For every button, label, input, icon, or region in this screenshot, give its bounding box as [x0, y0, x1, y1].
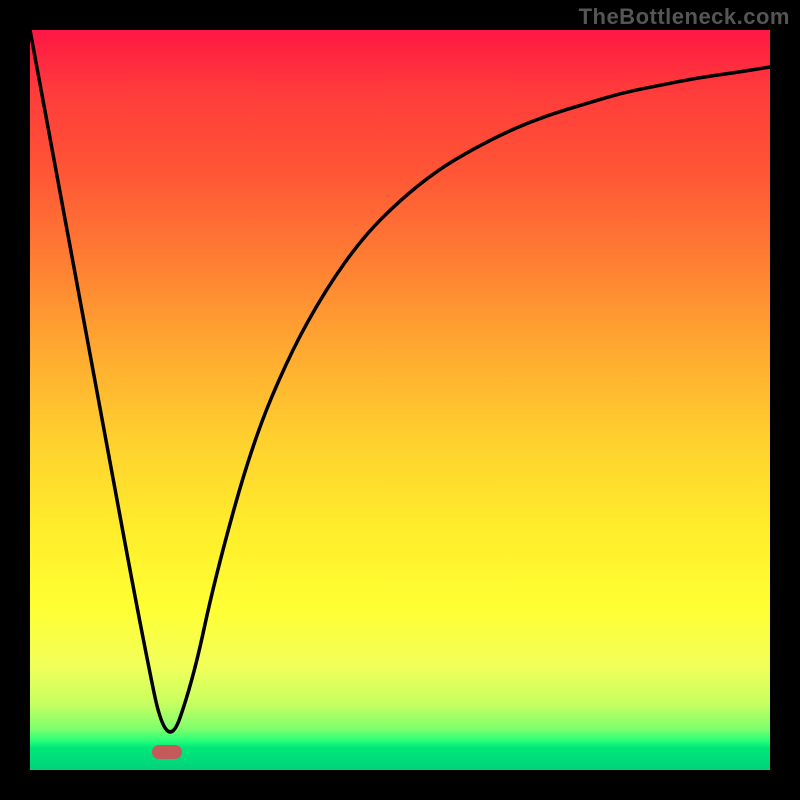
watermark-text: TheBottleneck.com [579, 4, 790, 30]
optimal-marker [152, 745, 182, 759]
bottleneck-curve [30, 30, 770, 770]
chart-frame: TheBottleneck.com [0, 0, 800, 800]
plot-area [30, 30, 770, 770]
